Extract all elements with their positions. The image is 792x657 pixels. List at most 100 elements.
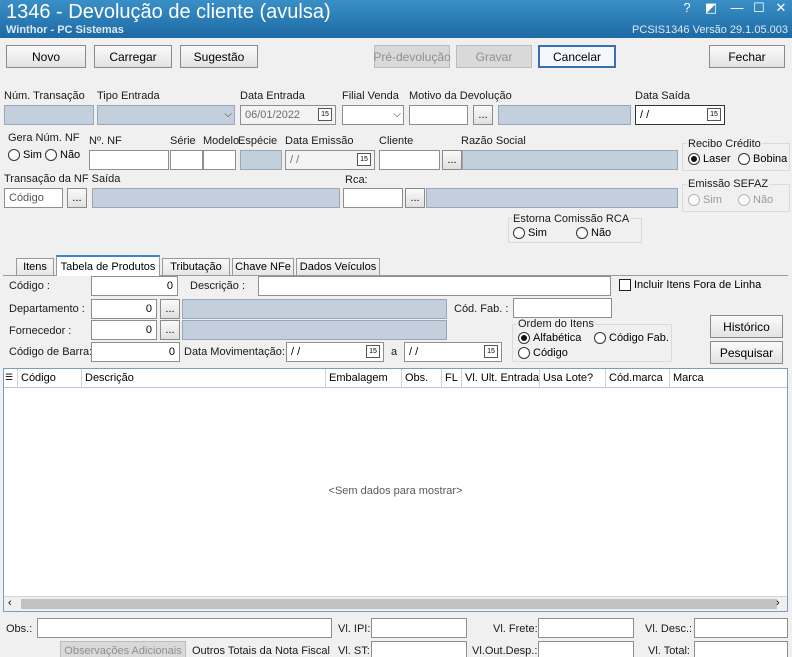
data-mov-inicio-value: / / — [291, 346, 301, 358]
gera-num-nf-label: Gera Núm. NF — [8, 132, 80, 144]
cliente-input[interactable] — [379, 150, 440, 170]
cliente-search-button[interactable]: ... — [442, 150, 462, 170]
recibo-laser-radio[interactable]: Laser — [688, 153, 731, 165]
tab-dados-veiculos[interactable]: Dados Veículos — [296, 258, 380, 275]
calendar-icon[interactable]: 15 — [484, 345, 498, 358]
estorna-comissao-label: Estorna Comissão RCA — [512, 213, 631, 225]
vl-st-field — [371, 641, 467, 657]
novo-button[interactable]: Novo — [6, 45, 86, 68]
obs-input[interactable] — [37, 618, 332, 638]
calendar-icon[interactable]: 15 — [357, 153, 371, 166]
carregar-button[interactable]: Carregar — [94, 45, 172, 68]
estorna-sim-radio[interactable]: Sim — [513, 227, 547, 239]
col-usa-lote[interactable]: Usa Lote? — [540, 369, 606, 388]
minimize-icon[interactable]: — — [726, 0, 748, 15]
motivo-search-button[interactable]: ... — [473, 105, 493, 125]
descricao-filter-input[interactable] — [258, 276, 611, 296]
vl-total-field — [694, 641, 788, 657]
col-embalagem[interactable]: Embalagem — [326, 369, 402, 388]
motivo-devolucao-input[interactable] — [409, 105, 468, 125]
calendar-icon[interactable]: 15 — [318, 108, 332, 121]
tab-tributacao[interactable]: Tributação — [162, 258, 230, 275]
pre-devolucao-button[interactable]: Pré-devolução — [373, 45, 451, 68]
rca-search-button[interactable]: ... — [405, 188, 425, 208]
estorna-nao-radio[interactable]: Não — [576, 227, 611, 239]
incluir-fora-linha-checkbox[interactable]: Incluir Itens Fora de Linha — [619, 279, 761, 291]
close-icon[interactable]: ✕ — [770, 0, 792, 16]
modelo-label: Modelo — [203, 135, 240, 147]
help-icon[interactable]: ? — [676, 0, 698, 15]
calendar-icon[interactable]: 15 — [366, 345, 380, 358]
vl-total-label: Vl. Total: — [648, 645, 690, 657]
ordem-codigo-radio[interactable]: Código — [518, 347, 568, 359]
tab-chave-nfe[interactable]: Chave NFe — [232, 258, 294, 275]
vl-out-desp-field — [538, 641, 634, 657]
calendar-icon[interactable]: 15 — [707, 108, 721, 121]
transacao-nf-saida-label: Transação da NF Saída — [4, 173, 121, 185]
fechar-button[interactable]: Fechar — [709, 45, 785, 68]
col-codigo[interactable]: Código — [18, 369, 82, 388]
transacao-search-button[interactable]: ... — [67, 188, 87, 208]
products-grid[interactable]: ☰ Código Descrição Embalagem Obs. FL Vl.… — [3, 368, 788, 612]
scrollbar-thumb[interactable] — [21, 599, 777, 609]
tab-tabela-produtos[interactable]: Tabela de Produtos — [56, 255, 160, 276]
radio-label: Não — [591, 227, 612, 239]
num-transacao-input[interactable] — [4, 105, 94, 125]
data-emissao-label: Data Emissão — [285, 135, 354, 147]
gera-nf-nao-radio[interactable]: Não — [45, 149, 80, 161]
data-entrada-value: 06/01/2022 — [245, 109, 301, 121]
radio-label: Bobina — [753, 153, 788, 165]
observacoes-adicionais-button[interactable]: Observações Adicionais — [60, 641, 186, 657]
maximize-icon[interactable]: ☐ — [748, 0, 770, 16]
ordem-codigo-fab-radio[interactable]: Código Fab. — [594, 332, 669, 344]
scroll-left-icon[interactable]: ‹ — [8, 597, 12, 609]
ordem-alfabetica-radio[interactable]: Alfabética — [518, 332, 581, 344]
cod-fab-input[interactable] — [513, 298, 612, 318]
tipo-entrada-select[interactable]: ⌵ — [97, 105, 235, 125]
recibo-bobina-radio[interactable]: Bobina — [738, 153, 787, 165]
horizontal-scrollbar[interactable]: ‹ › — [4, 596, 787, 611]
transacao-nf-saida-input[interactable]: Código — [4, 188, 63, 208]
ordem-itens-label: Ordem do Itens — [517, 318, 595, 330]
codigo-filter-input[interactable]: 0 — [91, 276, 178, 296]
sefaz-nao-radio[interactable]: Não — [738, 194, 773, 206]
col-cod-marca[interactable]: Cód.marca — [606, 369, 670, 388]
restore-icon[interactable]: ◩ — [700, 0, 722, 16]
empty-grid-message: <Sem dados para mostrar> — [328, 485, 463, 497]
radio-label: Alfabética — [533, 332, 582, 344]
tipo-entrada-label: Tipo Entrada — [97, 90, 160, 102]
radio-label: Código Fab. — [609, 332, 669, 344]
razao-social-field — [462, 150, 678, 170]
fornecedor-search-button[interactable]: ... — [160, 320, 180, 340]
num-nf-input[interactable] — [89, 150, 169, 170]
historico-button[interactable]: Histórico — [710, 315, 783, 338]
radio-label: Código — [533, 347, 568, 359]
serie-input[interactable] — [170, 150, 203, 170]
col-vl-ult-entrada[interactable]: Vl. Ult. Entrada — [462, 369, 540, 388]
radio-label: Não — [60, 149, 81, 161]
col-descricao[interactable]: Descrição — [82, 369, 326, 388]
fornecedor-input[interactable]: 0 — [91, 320, 157, 340]
col-obs[interactable]: Obs. — [402, 369, 442, 388]
chevron-down-icon: ⌵ — [393, 109, 401, 120]
gera-nf-sim-radio[interactable]: Sim — [8, 149, 42, 161]
sugestao-button[interactable]: Sugestão — [180, 45, 258, 68]
scroll-right-icon[interactable]: › — [776, 597, 780, 609]
vl-desc-field — [694, 618, 788, 638]
departamento-search-button[interactable]: ... — [160, 299, 180, 319]
gravar-button[interactable]: Gravar — [456, 45, 532, 68]
column-chooser-icon[interactable]: ☰ — [4, 369, 18, 388]
sefaz-sim-radio[interactable]: Sim — [688, 194, 722, 206]
filial-venda-select[interactable]: ⌵ — [342, 105, 404, 125]
codigo-barra-input[interactable]: 0 — [91, 342, 180, 362]
cliente-label: Cliente — [379, 135, 414, 147]
modelo-input[interactable] — [203, 150, 236, 170]
col-marca[interactable]: Marca — [670, 369, 787, 388]
tab-itens[interactable]: Itens — [16, 258, 54, 275]
pesquisar-button[interactable]: Pesquisar — [710, 341, 783, 364]
departamento-input[interactable]: 0 — [91, 299, 157, 319]
col-fl[interactable]: FL — [442, 369, 462, 388]
motivo-devolucao-label: Motivo da Devolução — [409, 90, 512, 102]
rca-input[interactable] — [343, 188, 403, 208]
cancelar-button[interactable]: Cancelar — [538, 45, 616, 68]
